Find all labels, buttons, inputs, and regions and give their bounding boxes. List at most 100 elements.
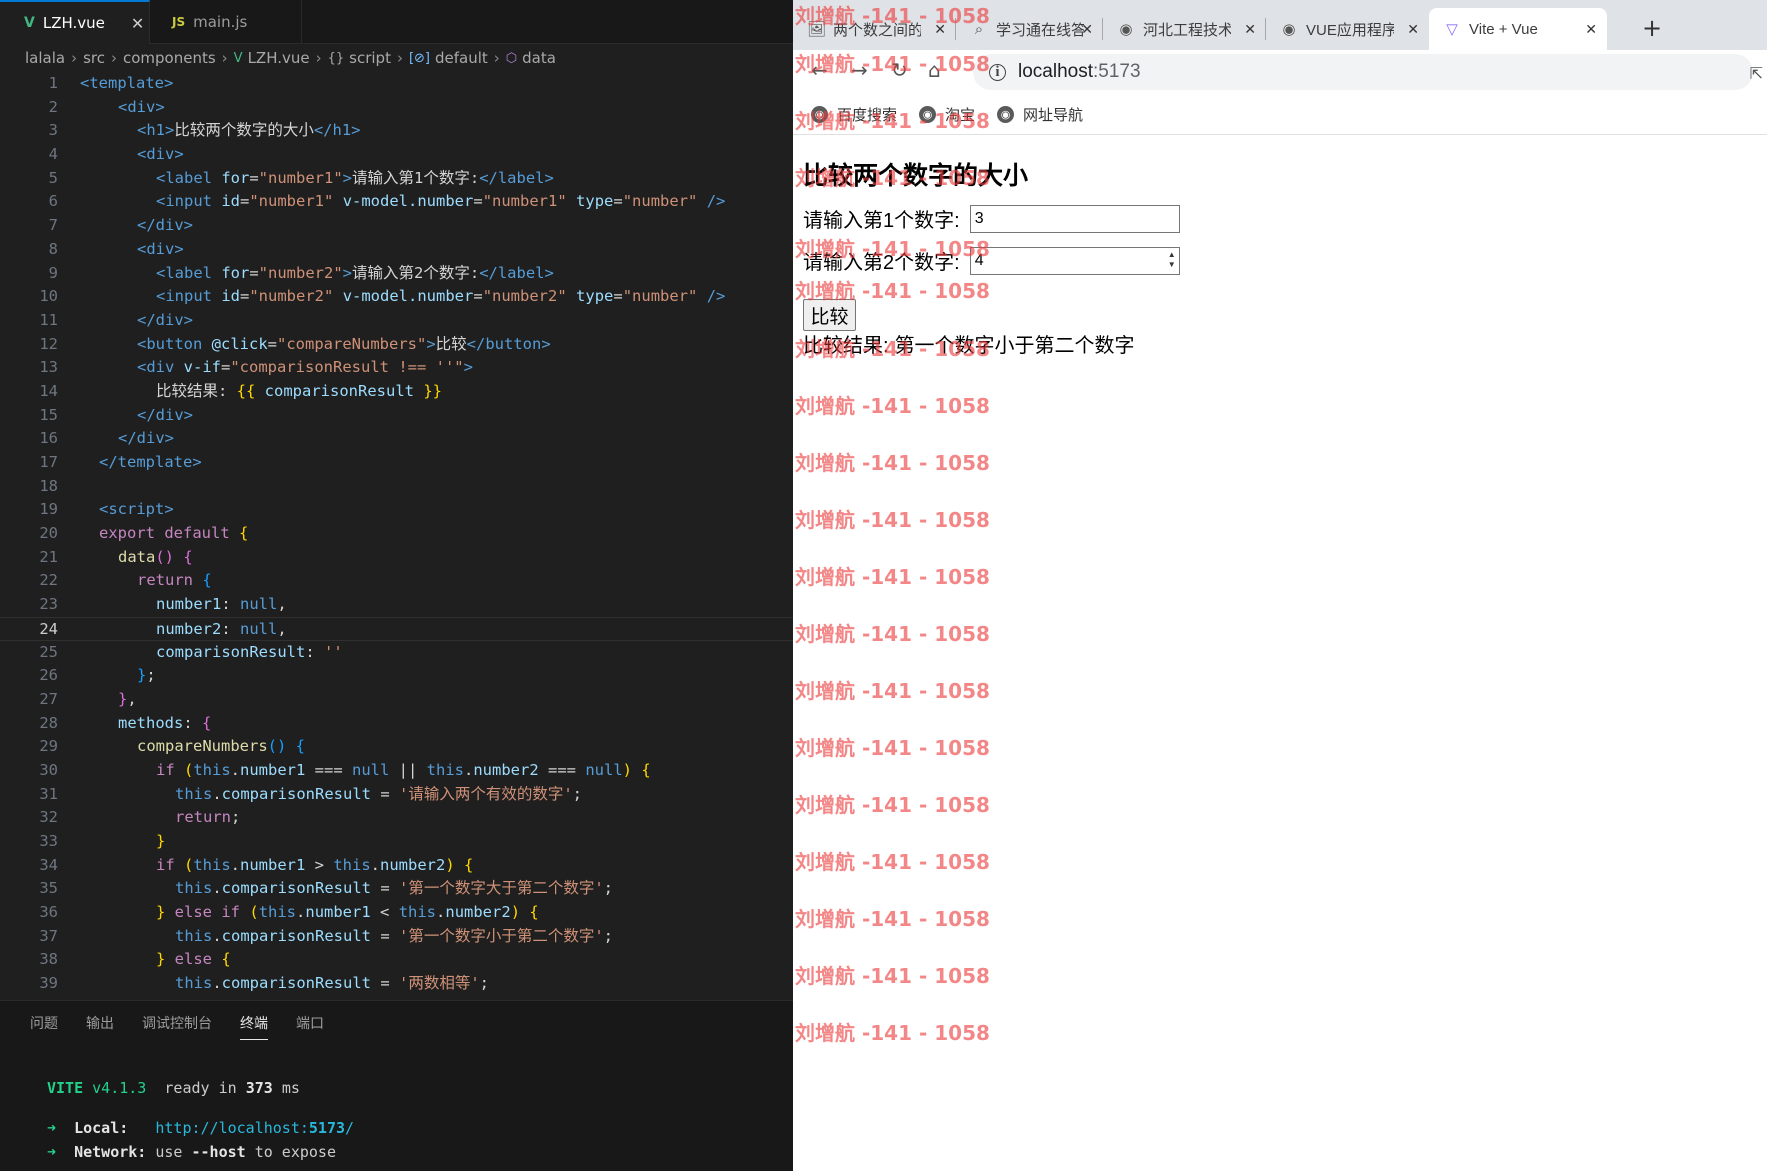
breadcrumb-item[interactable]: data <box>522 49 556 67</box>
forward-arrow-icon[interactable]: → <box>851 58 868 82</box>
code-line[interactable]: 10 <input id="number2" v-model.number="nu… <box>0 285 793 309</box>
code-line[interactable]: 7 </div> <box>0 214 793 238</box>
browser-tab[interactable]: ◉ 河北工程技术 ✕ <box>1103 8 1266 50</box>
code-line[interactable]: 18 <box>0 475 793 499</box>
close-icon[interactable]: ✕ <box>1244 21 1256 38</box>
code-line[interactable]: 24 number2: null, <box>0 616 793 641</box>
code-line[interactable]: 19 <script> <box>0 498 793 522</box>
tab-output[interactable]: 输出 <box>86 1013 114 1040</box>
line-number: 27 <box>39 689 58 708</box>
code-line[interactable]: 12 <button @click="compareNumbers">比较</bu… <box>0 333 793 357</box>
share-icon[interactable]: ⇱ <box>1750 64 1763 83</box>
code-line[interactable]: 21 data() { <box>0 546 793 570</box>
code-line[interactable]: 23 number1: null, <box>0 593 793 617</box>
tab-ports[interactable]: 端口 <box>296 1013 324 1040</box>
browser-window: 🖼 两个数之间的 ✕ ⌕ 学习通在线答 ✕ ◉ 河北工程技术 ✕ ◉ VUE应用… <box>793 0 1767 1171</box>
line-number: 18 <box>39 476 58 495</box>
number1-input[interactable] <box>969 204 1180 233</box>
code-line[interactable]: 32 return; <box>0 806 793 830</box>
tab-lzh-vue[interactable]: V LZH.vue ✕ <box>0 0 150 44</box>
code-line[interactable]: 20 export default { <box>0 522 793 546</box>
symbol-variable-icon: [⊘] <box>408 50 431 66</box>
line-number: 4 <box>48 145 58 164</box>
code-text: <label for="number1">请输入第1个数字:</label> <box>156 168 554 187</box>
code-line[interactable]: 16 </div> <box>0 427 793 451</box>
close-icon[interactable]: ✕ <box>131 14 144 33</box>
close-icon[interactable]: ✕ <box>1585 21 1597 38</box>
number2-input[interactable]: 4 ▲ ▼ <box>969 246 1180 275</box>
code-line[interactable]: 36} else if (this.number1 < this.number2… <box>0 901 793 925</box>
code-line[interactable]: 35 this.comparisonResult = '第一个数字大于第二个数字'… <box>0 877 793 901</box>
terminal-network-line: ➜ Network: use --host to expose <box>47 1143 336 1161</box>
code-line[interactable]: 1 <template> <box>0 72 793 96</box>
breadcrumb-item[interactable]: default <box>435 49 488 67</box>
tab-problems[interactable]: 问题 <box>30 1013 58 1040</box>
number1-row: 请输入第1个数字: <box>803 204 1180 233</box>
tab-debug-console[interactable]: 调试控制台 <box>142 1013 212 1040</box>
local-url-link[interactable]: http://localhost:5173/ <box>155 1119 354 1137</box>
chevron-right-icon: › <box>493 49 500 67</box>
breadcrumb-item[interactable]: LZH.vue <box>248 49 310 67</box>
browser-tab[interactable]: 🖼 两个数之间的 ✕ <box>793 8 956 50</box>
bookmark-item[interactable]: ◉ 百度搜索 <box>811 104 897 125</box>
code-line[interactable]: 2 <div> <box>0 96 793 120</box>
code-line[interactable]: 13 <div v-if="comparisonResult !== ''"> <box>0 356 793 380</box>
code-line[interactable]: 17 </template> <box>0 451 793 475</box>
breadcrumb-item[interactable]: lalala <box>25 49 65 67</box>
breadcrumb-item[interactable]: script <box>349 49 391 67</box>
code-line[interactable]: 3 <h1>比较两个数字的大小</h1> <box>0 119 793 143</box>
code-line[interactable]: 39 this.comparisonResult = '两数相等'; <box>0 972 793 996</box>
code-line[interactable]: 15 </div> <box>0 404 793 428</box>
globe-icon: ◉ <box>1119 21 1133 38</box>
code-line[interactable]: 22 return { <box>0 569 793 593</box>
browser-tab[interactable]: ⌕ 学习通在线答 ✕ <box>956 8 1103 50</box>
close-icon[interactable]: ✕ <box>934 21 946 38</box>
code-line[interactable]: 34 if (this.number1 > this.number2) { <box>0 854 793 878</box>
browser-tab[interactable]: ◉ VUE应用程序 ✕ <box>1266 8 1429 50</box>
code-line[interactable]: 25 comparisonResult: '' <box>0 641 793 665</box>
code-line[interactable]: 5 <label for="number1">请输入第1个数字:</label> <box>0 167 793 191</box>
web-page-content: 比较两个数字的大小 请输入第1个数字: 请输入第2个数字: 4 ▲▼ 比较 比较… <box>793 136 1767 1171</box>
spinner-arrows-icon[interactable]: ▲ ▼ <box>1168 250 1176 270</box>
code-line[interactable]: 37 this.comparisonResult = '第一个数字小于第二个数字'… <box>0 925 793 949</box>
code-line[interactable]: 28 methods: { <box>0 712 793 736</box>
code-line[interactable]: 4 <div> <box>0 143 793 167</box>
url-field[interactable]: i localhost:5173 <box>973 54 1753 90</box>
close-icon[interactable]: ✕ <box>1081 21 1093 38</box>
code-line[interactable]: 30 if (this.number1 === null || this.numb… <box>0 759 793 783</box>
breadcrumb-item[interactable]: components <box>123 49 216 67</box>
code-line[interactable]: 6 <input id="number1" v-model.number="num… <box>0 190 793 214</box>
url-host: localhost <box>1018 61 1093 82</box>
code-text: } else { <box>156 950 231 969</box>
code-line[interactable]: 38} else { <box>0 948 793 972</box>
code-line[interactable]: 33} <box>0 830 793 854</box>
code-line[interactable]: 26}; <box>0 664 793 688</box>
code-line[interactable]: 11 </div> <box>0 309 793 333</box>
code-line[interactable]: 9 <label for="number2">请输入第2个数字:</label> <box>0 262 793 286</box>
code-line[interactable]: 27}, <box>0 688 793 712</box>
new-tab-plus-icon[interactable]: + <box>1642 14 1662 42</box>
bookmark-item[interactable]: ◉ 淘宝 <box>919 104 975 125</box>
code-text: } else if (this.number1 < this.number2) … <box>156 903 539 922</box>
code-line[interactable]: 31 this.comparisonResult = '请输入两个有效的数字'; <box>0 783 793 807</box>
breadcrumb-item[interactable]: src <box>83 49 105 67</box>
back-arrow-icon[interactable]: ← <box>811 58 828 82</box>
home-icon[interactable]: ⌂ <box>928 58 941 82</box>
tab-label: LZH.vue <box>42 14 105 32</box>
info-icon[interactable]: i <box>989 63 1006 81</box>
bookmark-item[interactable]: ◉ 网址导航 <box>997 104 1083 125</box>
code-line[interactable]: 8 <div> <box>0 238 793 262</box>
code-area[interactable]: 1 <template> 2 <div> 3 <h1>比较两个数字的大小</h1> 4 <di… <box>0 72 793 1000</box>
tab-terminal[interactable]: 终端 <box>240 1013 268 1040</box>
code-text: <h1>比较两个数字的大小</h1> <box>137 121 361 140</box>
code-line[interactable]: 14 比较结果: {{ comparisonResult }} <box>0 380 793 404</box>
code-line[interactable]: 29 compareNumbers() { <box>0 735 793 759</box>
close-icon[interactable]: ✕ <box>1407 21 1419 38</box>
tab-main-js[interactable]: JS main.js <box>150 0 302 44</box>
browser-tab-active[interactable]: ▽ Vite + Vue ✕ <box>1429 8 1607 50</box>
code-text: export default { <box>99 524 249 543</box>
reload-icon[interactable]: ↻ <box>891 58 908 82</box>
number1-label: 请输入第1个数字: <box>803 210 960 232</box>
browser-tab-title: Vite + Vue <box>1469 20 1538 38</box>
compare-button[interactable]: 比较 <box>803 299 856 331</box>
